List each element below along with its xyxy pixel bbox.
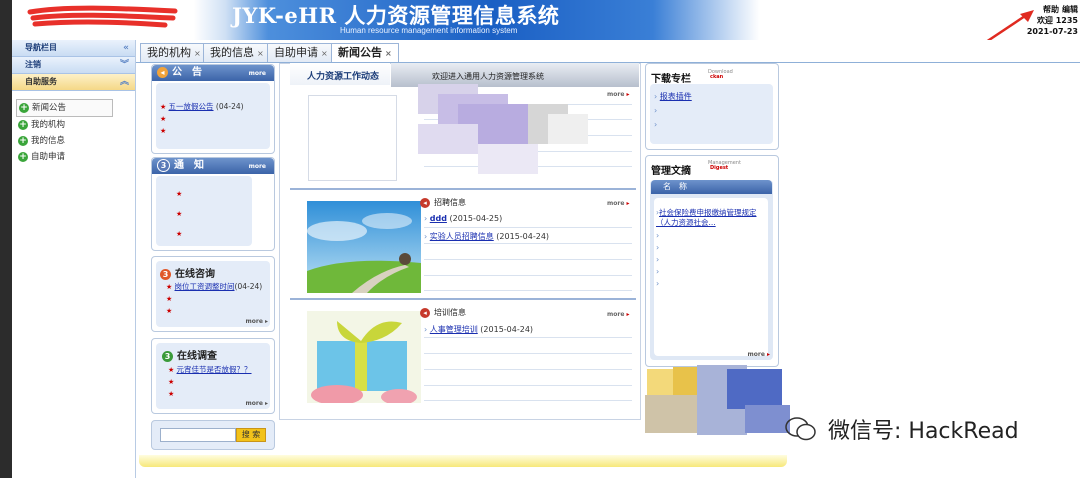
notify-panel: 3通 知 more ★ ★ ★: [151, 157, 275, 251]
sidebar-item-news[interactable]: + 新闻公告: [16, 99, 113, 117]
close-icon[interactable]: ×: [385, 49, 392, 58]
training-image: [307, 311, 421, 403]
list-item: › ddd (2015-04-25): [424, 214, 503, 223]
tab-self-apply[interactable]: 自助申请 ×: [267, 43, 335, 62]
recruit-image: [307, 201, 421, 293]
list-item: › 人事管理培训 (2015-04-24): [424, 325, 534, 334]
chevron-up-icon: ︽: [119, 77, 129, 87]
notify-more[interactable]: more: [249, 163, 266, 170]
list-item: › 实验人员招聘信息 (2015-04-24): [424, 232, 550, 241]
digest-link[interactable]: 社会保险费申报缴纳管理规定（人力资源社会...: [656, 208, 757, 227]
sidebar-item-org[interactable]: + 我的机构: [16, 117, 135, 133]
digest-more[interactable]: more ▸: [747, 351, 770, 358]
close-icon[interactable]: ×: [194, 49, 201, 58]
announce-more[interactable]: more: [249, 70, 266, 77]
notify-num-icon: 3: [157, 158, 170, 172]
redacted-logo-scribble: [27, 5, 178, 28]
wechat-icon: [785, 417, 816, 441]
consult-num-icon: 3: [160, 268, 171, 280]
news-more[interactable]: more ▸: [607, 91, 630, 98]
download-title: 下载专栏: [651, 74, 691, 85]
app-subtitle: Human resource management information sy…: [340, 26, 518, 35]
sidebar: 导航栏目 « 注销 ︾ 自助服务 ︽ + 新闻公告 + 我的机构 + 我的信息 + 自助申请: [12, 40, 136, 478]
collapse-icon[interactable]: «: [123, 40, 129, 56]
download-link[interactable]: 报表插件: [660, 92, 692, 101]
arrow-left-icon: ◂: [420, 307, 430, 318]
list-item: ›社会保险费申报缴纳管理规定（人力资源社会...: [656, 208, 757, 227]
sidebar-items: + 新闻公告 + 我的机构 + 我的信息 + 自助申请: [12, 91, 135, 165]
survey-link[interactable]: 元宵佳节是否放假？？: [177, 365, 252, 374]
consult-panel: 3 在线咨询 ★ 岗位工资调整时间(04-24) ★ ★ more ▸: [151, 256, 275, 332]
digest-col-header: 名 称: [651, 180, 772, 194]
digest-title: 管理文摘: [651, 166, 691, 177]
consult-link[interactable]: 岗位工资调整时间: [175, 282, 235, 291]
work-image-box: [308, 95, 397, 181]
sidebar-item-info[interactable]: + 我的信息: [16, 133, 135, 149]
redacted-mosaic: [418, 84, 588, 179]
edit-link[interactable]: 编辑: [1062, 5, 1078, 14]
recruit-link-1[interactable]: ddd: [430, 214, 447, 223]
search-button[interactable]: 搜 索: [236, 428, 266, 442]
list-item: › 报表插件: [654, 92, 692, 101]
survey-panel: 3 在线调查 ★ 元宵佳节是否放假？？ ★ ★ more ▸: [151, 338, 275, 414]
sidebar-logout[interactable]: 注销 ︾: [12, 57, 135, 74]
sidebar-item-apply[interactable]: + 自助申请: [16, 149, 135, 165]
list-item: ★ 岗位工资调整时间(04-24): [166, 282, 263, 291]
tab-news[interactable]: 新闻公告 ×: [331, 43, 399, 62]
survey-title: 在线调查: [177, 351, 217, 362]
plus-icon: +: [18, 136, 28, 146]
work-dynamics-title: 人力资源工作动态: [307, 72, 380, 82]
left-dark-strip: [0, 0, 12, 478]
survey-num-icon: 3: [162, 350, 173, 362]
list-item: ★ 元宵佳节是否放假？？: [168, 365, 252, 374]
redacted-mosaic-2: [645, 365, 790, 435]
plus-icon: +: [18, 120, 28, 130]
tab-my-org[interactable]: 我的机构 ×: [140, 43, 208, 62]
help-link[interactable]: 帮助: [1043, 5, 1059, 14]
survey-more[interactable]: more ▸: [245, 400, 268, 407]
consult-title: 在线咨询: [175, 269, 215, 280]
training-link[interactable]: 人事管理培训: [430, 325, 478, 334]
search-panel: 搜 索: [151, 420, 275, 450]
announce-panel: ◂ 公 告 more ★ 五一放假公告 (04-24) ★ ★: [151, 64, 275, 154]
consult-more[interactable]: more ▸: [245, 318, 268, 325]
welcome-banner-text: 欢迎进入通用人力资源管理系统: [432, 72, 544, 81]
search-input[interactable]: [160, 428, 236, 442]
plus-icon: +: [19, 103, 29, 113]
close-icon[interactable]: ×: [321, 49, 328, 58]
training-header: ◂ 培训信息: [420, 307, 466, 318]
watermark-text: 微信号: HackRead: [828, 419, 1019, 444]
plus-icon: +: [18, 152, 28, 162]
announce-icon: ◂: [157, 66, 168, 78]
recruit-link-2[interactable]: 实验人员招聘信息: [430, 232, 494, 241]
announce-link[interactable]: 五一放假公告: [169, 102, 214, 111]
recruit-header: ◂ 招聘信息: [420, 197, 466, 208]
training-more[interactable]: more ▸: [607, 311, 630, 318]
chevron-down-icon: ︾: [119, 60, 129, 70]
sidebar-nav-header[interactable]: 导航栏目 «: [12, 40, 135, 57]
digest-panel: 管理文摘 Management Digest 名 称 ›社会保险费申报缴纳管理规…: [645, 155, 779, 367]
download-panel: 下载专栏 Download ckan › 报表插件 › ›: [645, 63, 779, 150]
tab-bar: 我的机构 × 我的信息 × 自助申请 × 新闻公告 ×: [136, 40, 1080, 63]
recruit-more[interactable]: more ▸: [607, 200, 630, 207]
tab-my-info[interactable]: 我的信息 ×: [203, 43, 271, 62]
sidebar-self-service[interactable]: 自助服务 ︽: [12, 74, 135, 91]
arrow-left-icon: ◂: [420, 197, 430, 208]
list-item: ★ 五一放假公告 (04-24): [160, 102, 244, 111]
bottom-bar: [139, 455, 787, 467]
close-icon[interactable]: ×: [257, 49, 264, 58]
